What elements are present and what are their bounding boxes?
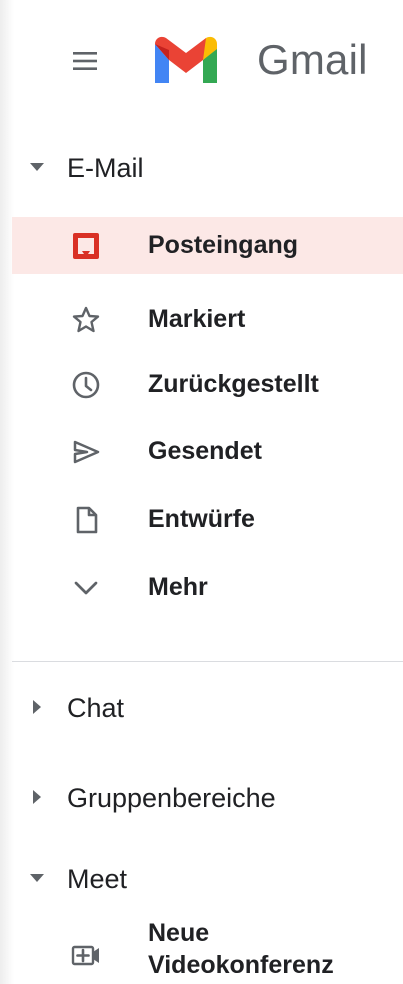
chat-section-header[interactable]: Chat [0,680,403,732]
sidebar-item-starred[interactable]: Markiert [12,291,403,348]
app-name: Gmail [257,36,368,83]
app-header: Gmail [0,0,403,118]
new-meeting-icon [70,939,102,971]
sidebar-item-label: Markiert [148,305,246,333]
sidebar-item-more[interactable]: Mehr [12,559,403,616]
spaces-section-title: Gruppenbereiche [67,783,276,813]
sidebar-item-label: Zurückgestellt [148,370,319,398]
meet-section-title: Meet [67,864,128,894]
sidebar-item-snoozed[interactable]: Zurückgestellt [12,356,403,413]
draft-icon [70,504,102,536]
meet-section-header[interactable]: Meet [0,851,403,903]
sidebar-item-label: Mehr [148,573,208,601]
sidebar-item-label: Posteingang [148,231,299,259]
sidebar-item-drafts[interactable]: Entwürfe [12,491,403,548]
caret-right-icon [28,698,46,716]
caret-right-icon [28,788,46,806]
section-divider [12,661,403,662]
chat-section-title: Chat [67,693,125,723]
hamburger-icon [73,52,97,70]
sidebar-item-label: Gesendet [148,437,262,465]
mail-section-header[interactable]: E-Mail [0,140,403,192]
caret-down-icon [28,869,46,887]
gmail-logo[interactable] [148,32,224,88]
send-icon [70,436,102,468]
clock-icon [70,369,102,401]
sidebar-item-sent[interactable]: Gesendet [12,423,403,480]
new-meeting-label-line-1: Neue [148,919,210,947]
chevron-down-icon [70,572,102,604]
new-meeting-label-line-2: Videokonferenz [148,951,334,979]
main-menu-button[interactable] [64,40,106,82]
spaces-section-header[interactable]: Gruppenbereiche [0,770,403,822]
sidebar-item-new-meeting[interactable]: Neue Videokonferenz [12,917,403,984]
inbox-icon [70,230,102,262]
sidebar-item-label: Entwürfe [148,505,255,533]
caret-down-icon [28,158,46,176]
mail-section-title: E-Mail [67,153,144,183]
sidebar-item-inbox[interactable]: Posteingang [12,217,403,274]
gmail-navigation-panel: Gmail E-Mail Posteingang Markiert Zurück… [0,0,403,984]
star-icon [70,304,102,336]
